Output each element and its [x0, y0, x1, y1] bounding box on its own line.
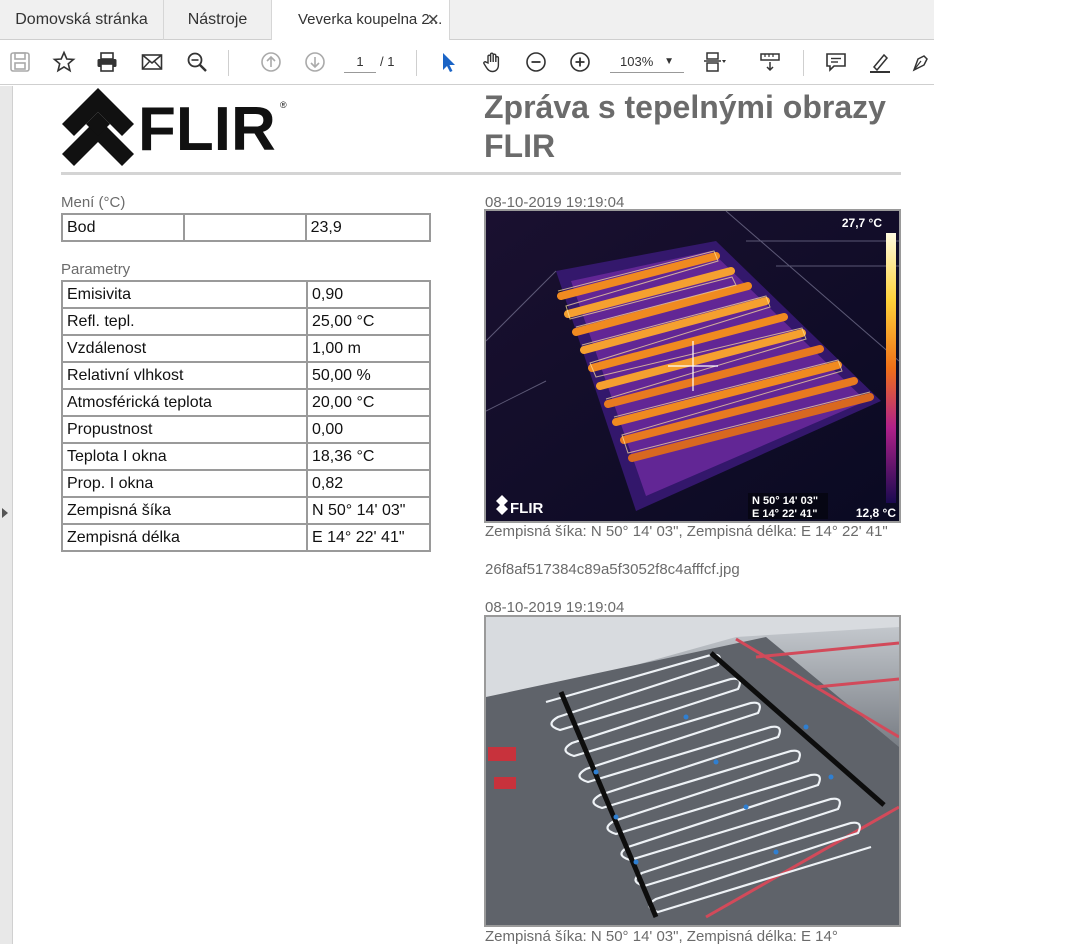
thermal-min-temp: 12,8 °C [856, 506, 896, 520]
search-icon[interactable] [183, 48, 211, 76]
measure-heading: Mení (°C) [61, 194, 126, 211]
tab-document-label: Veverka koupelna 2... [298, 11, 443, 28]
thermal-gps-lon: E 14° 22' 41" [752, 508, 817, 520]
table-row: Propustnost 0,00 [61, 415, 431, 444]
table-row: Vzdálenost 1,00 m [61, 334, 431, 363]
measure-icon[interactable] [756, 48, 784, 76]
flir-logo: FLIR ® [60, 86, 290, 168]
param-value: 1,00 m [306, 334, 431, 363]
param-value: 25,00 °C [306, 307, 431, 336]
param-value: 0,82 [306, 469, 431, 498]
table-row: Atmosférická teplota 20,00 °C [61, 388, 431, 417]
table-row: Zempisná šíka N 50° 14' 03" [61, 496, 431, 525]
thermal-filename: 26f8af517384c89a5f3052f8c4afffcf.jpg [485, 561, 740, 578]
navigation-pane-toggle[interactable] [0, 86, 13, 944]
thermal-caption: Zempisná šíka: N 50° 14' 03", Zempisná d… [485, 523, 888, 540]
hand-icon[interactable] [478, 48, 506, 76]
report-title: Zpráva s tepelnými obrazy FLIR [484, 89, 886, 164]
save-icon[interactable] [6, 48, 34, 76]
param-value: 20,00 °C [306, 388, 431, 417]
param-value: 0,00 [306, 415, 431, 444]
param-label: Prop. I okna [61, 469, 308, 498]
param-value: 0,90 [306, 280, 431, 309]
param-label: Refl. tepl. [61, 307, 308, 336]
toolbar: 1 / 1 103% ▼ [0, 40, 934, 85]
visual-photo [484, 615, 901, 927]
measure-table: Bod 23,9 [60, 213, 432, 242]
pdf-viewer-window: Domovská stránka Nástroje Veverka koupel… [0, 0, 1074, 944]
flir-logo-text: FLIR [138, 95, 276, 164]
page-down-icon[interactable] [301, 48, 329, 76]
table-row: Refl. tepl. 25,00 °C [61, 307, 431, 336]
sign-icon[interactable] [908, 48, 936, 76]
param-label: Atmosférická teplota [61, 388, 308, 417]
page-total: / 1 [380, 54, 395, 69]
param-label: Zempisná šíka [61, 496, 308, 525]
params-heading: Parametry [61, 261, 131, 278]
expand-arrow-icon [2, 508, 8, 518]
param-label: Zempisná délka [61, 523, 308, 552]
print-icon[interactable] [93, 48, 121, 76]
table-row: Bod 23,9 [60, 213, 432, 242]
toolbar-separator [416, 50, 417, 76]
zoom-level-value: 103% [620, 54, 654, 69]
table-row: Teplota I okna 18,36 °C [61, 442, 431, 471]
toolbar-separator [228, 50, 229, 76]
tab-document[interactable]: Veverka koupelna 2... × [272, 0, 450, 41]
table-row: Emisivita 0,90 [61, 280, 431, 309]
param-label: Teplota I okna [61, 442, 308, 471]
thermal-image: 27,7 °C 12,8 °C N 50° 14' 03" E 14° 22' … [484, 209, 901, 523]
page-up-icon[interactable] [257, 48, 285, 76]
photo-caption: Zempisná šíka: N 50° 14' 03", Zempisná d… [485, 928, 838, 944]
param-value: E 14° 22' 41" [306, 523, 431, 552]
tab-bar: Domovská stránka Nástroje Veverka koupel… [0, 0, 934, 41]
chevron-down-icon: ▼ [664, 56, 674, 67]
param-label: Vzdálenost [61, 334, 308, 363]
params-table: Emisivita 0,90 Refl. tepl. 25,00 °C Vzdále… [61, 280, 431, 552]
highlight-icon[interactable] [866, 48, 894, 76]
table-row: Zempisná délka E 14° 22' 41" [61, 523, 431, 552]
toolbar-separator [803, 50, 804, 76]
zoom-out-icon[interactable] [522, 48, 550, 76]
comment-icon[interactable] [822, 48, 850, 76]
mail-icon[interactable] [138, 48, 166, 76]
photo-timestamp: 08-10-2019 19:19:04 [485, 599, 625, 616]
page-number-input[interactable]: 1 [344, 51, 376, 73]
table-row: Prop. I okna 0,82 [61, 469, 431, 498]
document-page: FLIR ® Zpráva s tepelnými obrazy FLIR Me… [14, 86, 934, 944]
param-label: Propustnost [61, 415, 308, 444]
param-value: N 50° 14' 03" [306, 496, 431, 525]
select-cursor-icon[interactable] [434, 48, 462, 76]
thermal-max-temp: 27,7 °C [842, 216, 882, 230]
svg-text:®: ® [280, 100, 287, 110]
close-tab-icon[interactable]: × [427, 0, 439, 40]
zoom-in-icon[interactable] [566, 48, 594, 76]
tab-home[interactable]: Domovská stránka [0, 0, 164, 40]
table-row: Relativní vlhkost 50,00 % [61, 361, 431, 390]
header-divider [61, 172, 901, 175]
param-label: Relativní vlhkost [61, 361, 308, 390]
thermal-gps-lat: N 50° 14' 03" [752, 495, 818, 507]
flir-watermark-text: FLIR [510, 500, 543, 517]
param-value: 50,00 % [306, 361, 431, 390]
param-label: Emisivita [61, 280, 308, 309]
measure-label: Bod [60, 213, 186, 242]
tab-tools[interactable]: Nástroje [164, 0, 272, 40]
measure-value: 23,9 [304, 213, 432, 242]
zoom-level-select[interactable]: 103% ▼ [610, 51, 684, 73]
fit-page-icon[interactable] [700, 48, 728, 76]
measure-mid [183, 213, 307, 242]
star-icon[interactable] [50, 48, 78, 76]
param-value: 18,36 °C [306, 442, 431, 471]
